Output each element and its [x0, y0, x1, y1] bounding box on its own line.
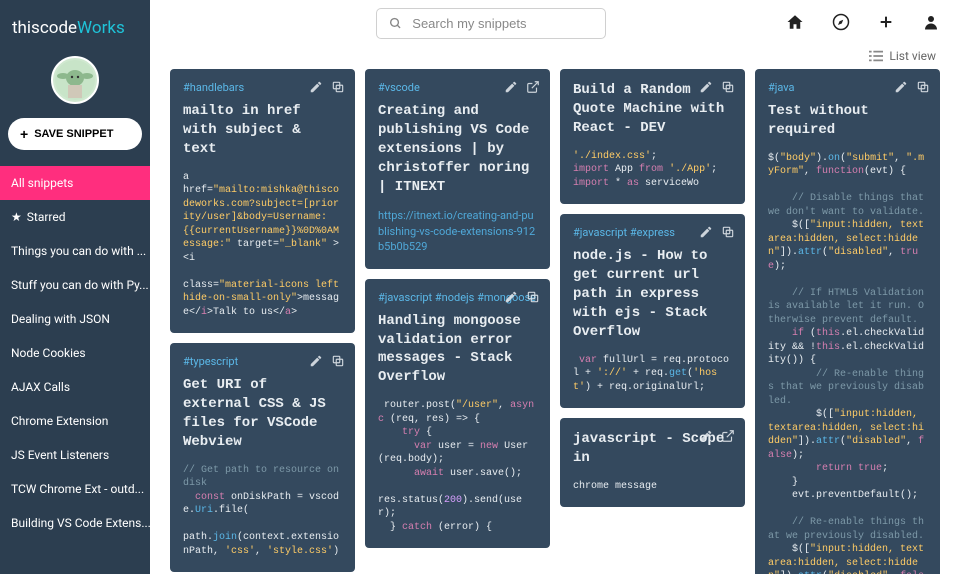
edit-icon[interactable] [699, 224, 713, 243]
edit-icon[interactable] [309, 353, 323, 372]
sidebar-item[interactable]: Dealing with JSON [0, 302, 150, 336]
logo-part3: Works [77, 18, 125, 38]
open-external-icon[interactable] [526, 79, 540, 98]
avatar-image [55, 60, 95, 100]
edit-icon[interactable] [504, 289, 518, 308]
snippet-card[interactable]: javascript - Scope in chrome message [560, 418, 745, 507]
edit-icon[interactable] [699, 79, 713, 98]
save-snippet-label: SAVE SNIPPET [34, 128, 113, 140]
card-code: router.post("/user", async (req, res) =>… [378, 399, 537, 534]
sidebar-item-label: Chrome Extension [11, 414, 108, 428]
content: #handlebars mailto in href with subject … [150, 69, 960, 574]
card-code: $("body").on("submit", ".myForm", functi… [768, 152, 927, 574]
main: List view #handlebars mailto in href wit… [150, 0, 960, 574]
sidebar-item-label: All snippets [11, 176, 73, 190]
card-sub: chrome message [573, 480, 732, 494]
search-icon [389, 16, 402, 31]
edit-icon[interactable] [309, 79, 323, 98]
sidebar-item-label: Stuff you can do with Py... [11, 278, 149, 292]
sidebar: thiscodeWorks + SAVE SNIPPET All snippet… [0, 0, 150, 574]
list-view-label: List view [889, 49, 936, 63]
copy-icon[interactable] [331, 353, 345, 372]
edit-icon[interactable] [504, 79, 518, 98]
card-title: Get URI of external CSS & JS files for V… [183, 376, 342, 452]
nav: All snippets ★ Starred Things you can do wi… [0, 166, 150, 574]
search-input[interactable] [412, 16, 593, 31]
sidebar-item-label: Node Cookies [11, 346, 86, 360]
sidebar-item[interactable]: JS Event Listeners [0, 438, 150, 472]
home-icon[interactable] [786, 13, 804, 35]
sidebar-item-label: Starred [27, 210, 66, 224]
sidebar-item[interactable]: All snippets [0, 166, 150, 200]
copy-icon[interactable] [721, 79, 735, 98]
star-icon: ★ [11, 210, 22, 224]
open-external-icon[interactable] [721, 428, 735, 447]
topbar-icons [786, 13, 940, 35]
card-title: Test without required [768, 102, 927, 140]
sidebar-item-label: Dealing with JSON [11, 312, 110, 326]
logo[interactable]: thiscodeWorks [0, 0, 150, 48]
snippet-card[interactable]: #handlebars mailto in href with subject … [170, 69, 355, 333]
card-code: var fullUrl = req.protocol + '://' + req… [573, 354, 732, 395]
avatar[interactable] [51, 56, 99, 104]
sidebar-item[interactable]: Stuff you can do with Py... [0, 268, 150, 302]
sidebar-item[interactable]: Node Cookies [0, 336, 150, 370]
logo-part1: this [12, 18, 40, 38]
edit-icon[interactable] [699, 428, 713, 447]
explore-icon[interactable] [832, 13, 850, 35]
card-code: a href="mailto:mishka@thiscodeworks.com?… [183, 171, 342, 320]
card-title: node.js - How to get current url path in… [573, 247, 732, 341]
sidebar-item[interactable]: TCW Chrome Ext - outd... [0, 472, 150, 506]
topbar [150, 0, 960, 43]
avatar-wrap [0, 48, 150, 118]
card-link[interactable]: https://itnext.io/creating-and-publishin… [378, 208, 537, 254]
sidebar-item[interactable]: Building VS Code Extens... [0, 506, 150, 540]
sidebar-item-label: Building VS Code Extens... [11, 516, 150, 530]
sidebar-item[interactable]: Things you can do with ... [0, 234, 150, 268]
edit-icon[interactable] [894, 79, 908, 98]
logo-part2: code [40, 18, 77, 38]
save-snippet-button[interactable]: + SAVE SNIPPET [8, 118, 142, 150]
search-box[interactable] [376, 8, 606, 39]
sidebar-item-label: Things you can do with ... [11, 244, 146, 258]
sidebar-item-label: AJAX Calls [11, 380, 70, 394]
user-icon[interactable] [922, 13, 940, 35]
snippet-card[interactable]: #javascript #express node.js - How to ge… [560, 214, 745, 408]
sidebar-item[interactable]: AJAX Calls [0, 370, 150, 404]
copy-icon[interactable] [721, 224, 735, 243]
card-code: './index.css'; import App from './App'; … [573, 150, 732, 191]
snippet-card[interactable]: #java Test without required $("body").on… [755, 69, 940, 574]
card-code: // Get path to resource on disk const on… [183, 464, 342, 559]
plus-icon: + [20, 126, 28, 142]
add-icon[interactable] [878, 14, 894, 34]
sidebar-item[interactable]: ★ Starred [0, 200, 150, 234]
card-title: Handling mongoose validation error messa… [378, 312, 537, 388]
copy-icon[interactable] [526, 289, 540, 308]
snippet-card[interactable]: #vscode Creating and publishing VS Code … [365, 69, 550, 269]
card-title: mailto in href with subject & text [183, 102, 342, 159]
copy-icon[interactable] [916, 79, 930, 98]
list-icon [869, 50, 883, 62]
copy-icon[interactable] [331, 79, 345, 98]
snippet-card[interactable]: #typescript Get URI of external CSS & JS… [170, 343, 355, 572]
snippet-card[interactable]: Build a Random Quote Machine with React … [560, 69, 745, 204]
sidebar-item-label: JS Event Listeners [11, 448, 109, 462]
card-grid: #handlebars mailto in href with subject … [170, 69, 940, 574]
sidebar-item[interactable]: Chrome Extension [0, 404, 150, 438]
sidebar-item-label: TCW Chrome Ext - outd... [11, 482, 144, 496]
snippet-card[interactable]: #javascript #nodejs #mongoose Handling m… [365, 279, 550, 549]
list-view-toggle[interactable]: List view [150, 43, 960, 69]
card-title: Creating and publishing VS Code extensio… [378, 102, 537, 196]
